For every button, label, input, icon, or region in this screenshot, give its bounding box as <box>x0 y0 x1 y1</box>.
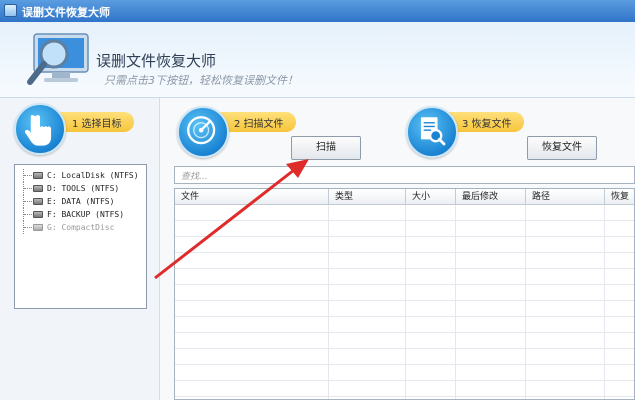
column-header-modified[interactable]: 最后修改 <box>456 189 526 205</box>
column-header-type[interactable]: 类型 <box>329 189 406 205</box>
column-header-size[interactable]: 大小 <box>406 189 456 205</box>
hard-drive-icon <box>33 185 43 192</box>
document-search-icon <box>406 106 458 158</box>
drive-item[interactable]: C: LocalDisk (NTFS) <box>21 169 146 182</box>
search-input[interactable]: 查找... <box>174 166 635 184</box>
drive-label: E: DATA (NTFS) <box>47 197 115 206</box>
cd-drive-icon <box>33 224 43 231</box>
window-title: 误删文件恢复大师 <box>22 6 110 19</box>
app-icon <box>4 4 17 17</box>
hand-pointer-icon <box>14 103 66 155</box>
monitor-magnifier-icon <box>27 33 89 85</box>
hard-drive-icon <box>33 172 43 179</box>
app-header: 误删文件恢复大师 只需点击3下按钮，轻松恢复误删文件！ <box>0 22 635 98</box>
hard-drive-icon <box>33 211 43 218</box>
scan-button[interactable]: 扫描 <box>291 136 361 160</box>
column-header-recover[interactable]: 恢复 <box>605 189 634 205</box>
drive-label: D: TOOLS (NTFS) <box>47 184 120 193</box>
drive-item[interactable]: E: DATA (NTFS) <box>21 195 146 208</box>
drive-item[interactable]: D: TOOLS (NTFS) <box>21 182 146 195</box>
table-header: 文件 类型 大小 最后修改 路径 恢复 <box>175 189 634 205</box>
drive-item[interactable]: F: BACKUP (NTFS) <box>21 208 146 221</box>
drive-label: C: LocalDisk (NTFS) <box>47 171 139 180</box>
drive-tree[interactable]: C: LocalDisk (NTFS) D: TOOLS (NTFS) E: D… <box>14 164 147 309</box>
window-titlebar[interactable]: 误删文件恢复大师 <box>0 0 635 22</box>
results-panel: 2 扫描文件 扫描 3 恢复文件 恢复文件 查找... 文件 类型 大小 最后修… <box>160 98 635 400</box>
table-body <box>175 205 634 399</box>
drive-item[interactable]: G: CompactDisc <box>21 221 146 234</box>
scan-radar-icon <box>177 106 229 158</box>
column-header-file[interactable]: 文件 <box>175 189 329 205</box>
column-header-path[interactable]: 路径 <box>526 189 605 205</box>
app-tagline: 只需点击3下按钮，轻松恢复误删文件！ <box>104 74 298 87</box>
results-table[interactable]: 文件 类型 大小 最后修改 路径 恢复 <box>174 188 635 400</box>
hard-drive-icon <box>33 198 43 205</box>
drive-label: G: CompactDisc <box>47 223 115 232</box>
app-name: 误删文件恢复大师 <box>96 52 217 70</box>
drive-label: F: BACKUP (NTFS) <box>47 210 125 219</box>
recover-files-button[interactable]: 恢复文件 <box>527 136 597 160</box>
target-panel: 1 选择目标 C: LocalDisk (NTFS) D: TOOLS (NTF… <box>0 98 160 400</box>
